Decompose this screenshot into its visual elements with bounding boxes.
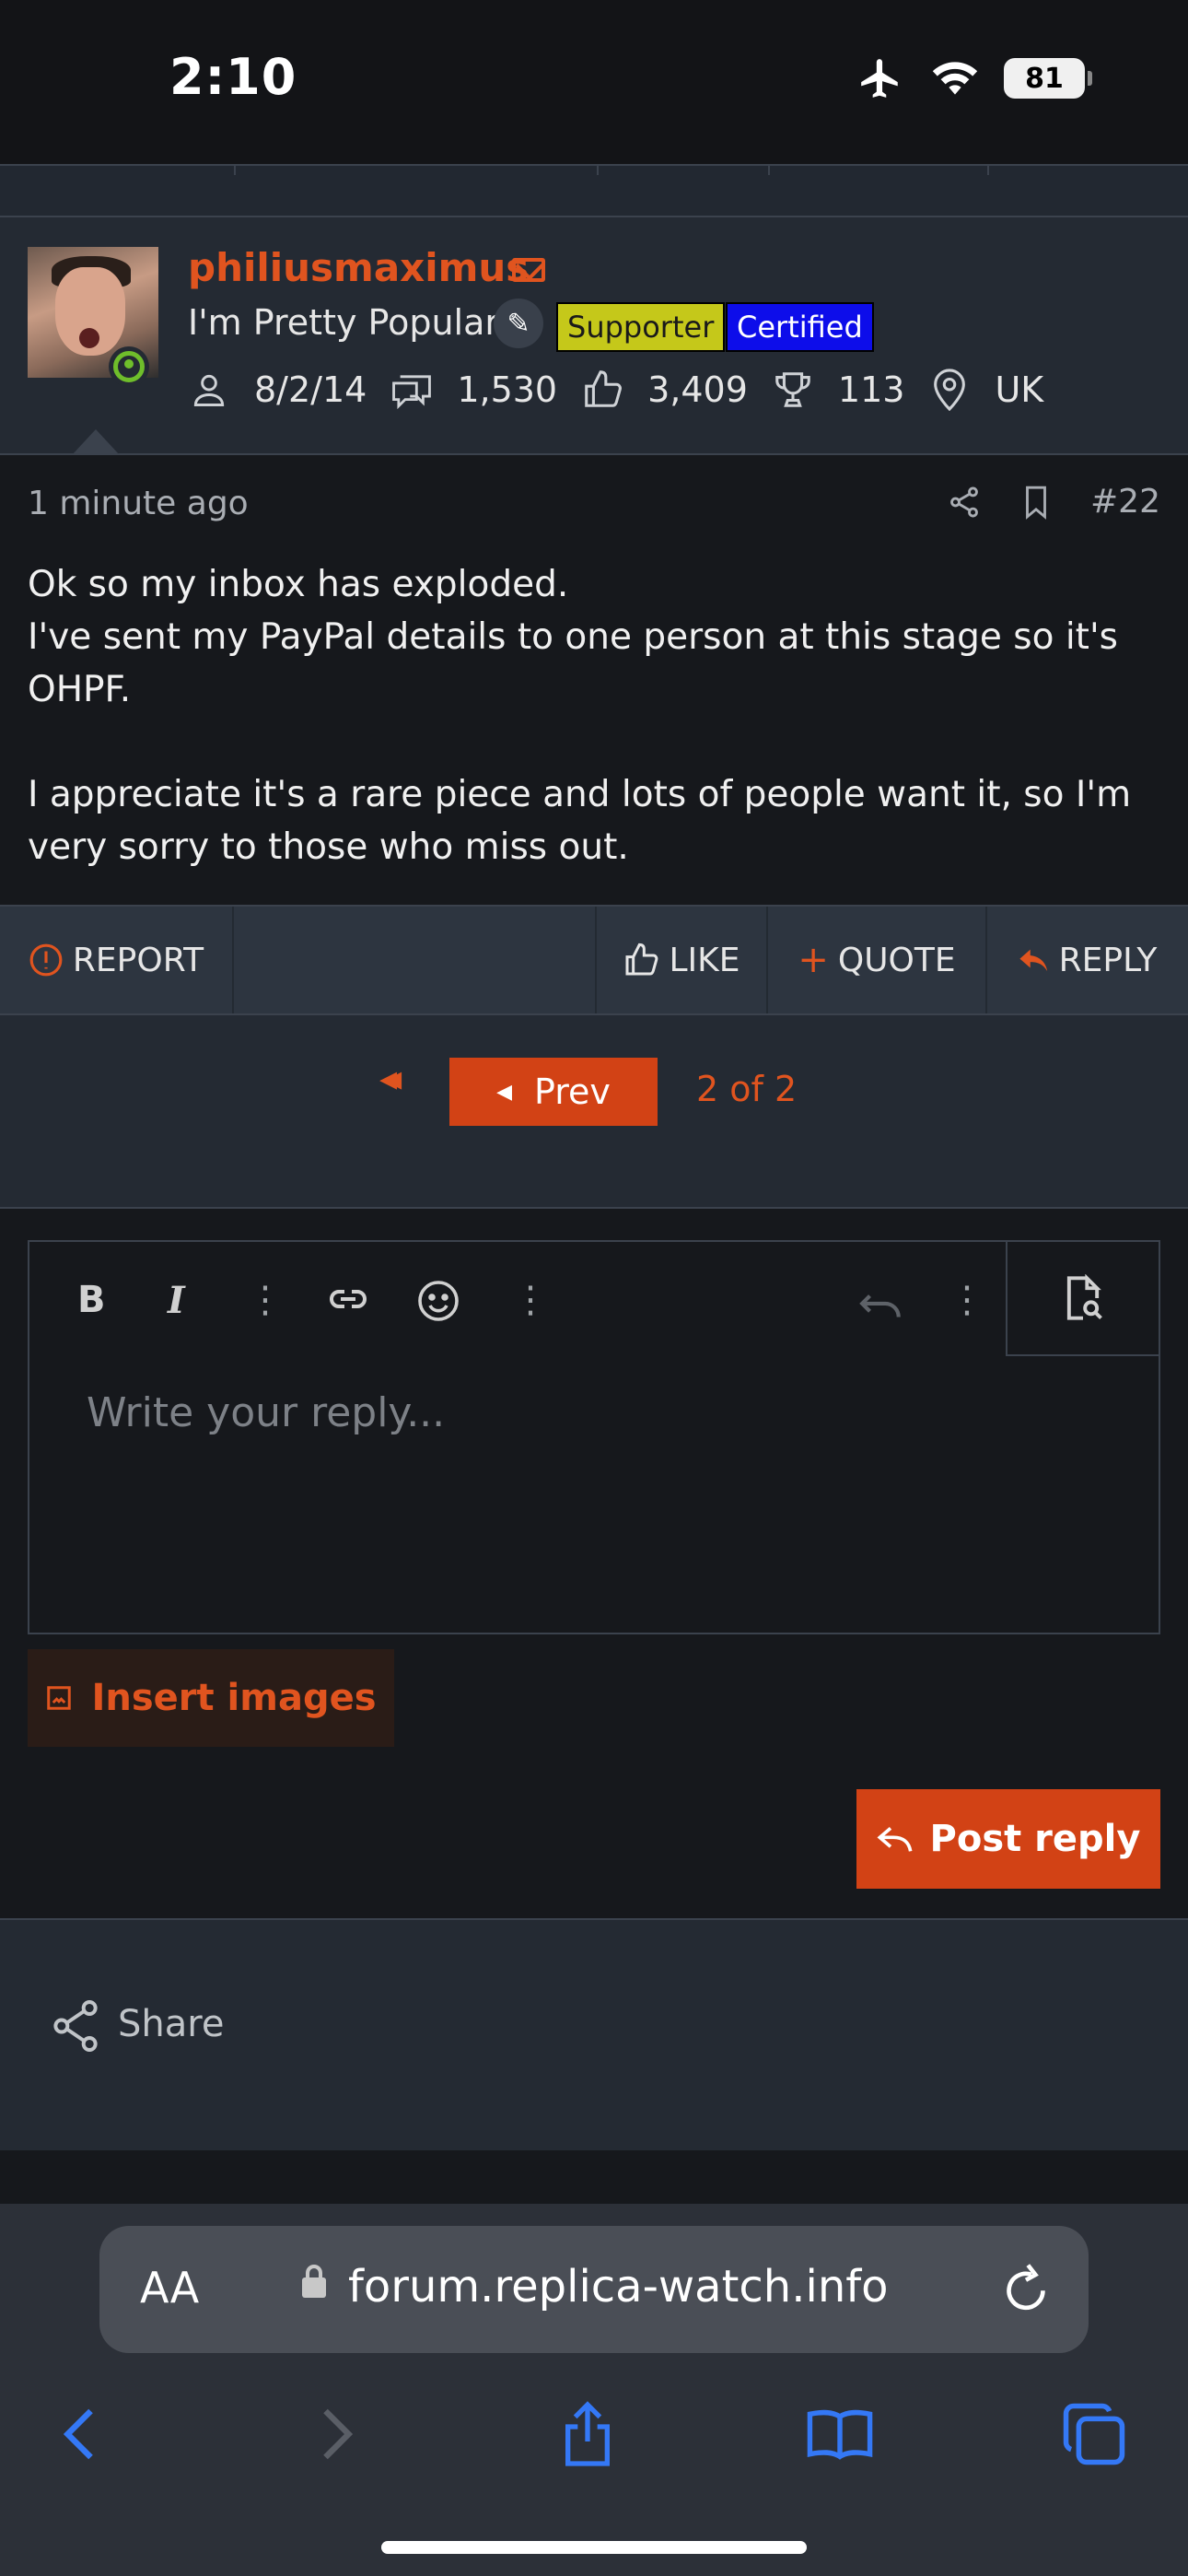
more-options-icon[interactable]: ⋮ — [949, 1279, 985, 1321]
post-actions-strip-remnant — [0, 164, 1188, 217]
reply-arrow-icon — [1019, 949, 1047, 972]
browser-nav-row — [0, 2388, 1188, 2508]
thumbs-up-icon — [625, 943, 658, 976]
status-time: 2:10 — [169, 48, 297, 106]
post-meta-actions: #22 — [947, 483, 1160, 521]
post: 1 minute ago #22 Ok so my inbox has expl… — [0, 455, 1188, 905]
chevron-left-icon — [63, 2408, 93, 2460]
plus-icon: + — [798, 939, 829, 981]
share-section: Share — [0, 1918, 1188, 2150]
post-line: I've sent my PayPal details to one perso… — [28, 616, 1118, 710]
chevron-right-icon — [323, 2408, 354, 2460]
link-icon[interactable] — [326, 1282, 370, 1325]
share-icon[interactable] — [947, 485, 982, 520]
bold-icon[interactable]: B — [77, 1279, 106, 1321]
browser-bar: AA forum.replica-watch.info — [0, 2204, 1188, 2576]
post-reply-button[interactable]: Post reply — [856, 1789, 1160, 1889]
messages-count: 1,530 — [457, 369, 558, 410]
post-content: Ok so my inbox has exploded. I've sent m… — [28, 558, 1151, 873]
tabs-icon — [1063, 2403, 1125, 2465]
url-text[interactable]: forum.replica-watch.info — [348, 2261, 889, 2313]
status-icons: 81 — [855, 55, 1092, 101]
bookmarks-button[interactable] — [794, 2388, 886, 2480]
post-time[interactable]: 1 minute ago — [28, 485, 249, 522]
username[interactable]: philiusmaximus — [188, 245, 529, 290]
certified-badge: Certified — [726, 302, 874, 352]
back-button[interactable] — [33, 2388, 125, 2480]
post-line — [28, 716, 1151, 768]
post-line: Ok so my inbox has exploded. — [28, 564, 569, 605]
location-pin-icon — [928, 369, 971, 411]
prev-page-button[interactable]: ◀ Prev — [449, 1058, 658, 1126]
post-action-bar: REPORT LIKE + QUOTE REPLY — [0, 905, 1188, 1015]
insert-images-button[interactable]: Insert images — [28, 1649, 394, 1747]
share-sheet-icon — [565, 2401, 610, 2466]
share-icon[interactable] — [52, 1999, 99, 2053]
post-line: I appreciate it's a rare piece and lots … — [28, 774, 1132, 868]
user-title: I'm Pretty Popular — [188, 302, 500, 343]
pagination: ◂◂ ◀ Prev 2 of 2 — [0, 1015, 1188, 1209]
more-text-options-icon[interactable]: ⋮ — [247, 1279, 284, 1321]
action-bar-spacer — [234, 907, 597, 1013]
home-indicator — [381, 2541, 807, 2554]
preview-doc-icon — [1066, 1274, 1102, 1320]
battery-indicator: 81 — [1004, 58, 1092, 99]
user-header: philiusmaximus I'm Pretty Popular ✎ Supp… — [0, 217, 1188, 455]
lock-icon — [302, 2265, 326, 2298]
user-stats: 8/2/14 1,530 3,409 113 UK — [188, 369, 1067, 411]
pen-icon: ✎ — [494, 299, 543, 348]
user-icon — [188, 369, 230, 411]
reply-arrow-icon — [877, 1826, 913, 1852]
joined-date: 8/2/14 — [254, 369, 367, 410]
chevron-left-icon: ◀ — [496, 1080, 512, 1104]
report-label: REPORT — [72, 941, 204, 979]
message-arrow — [72, 429, 120, 455]
like-label: LIKE — [669, 941, 740, 979]
reply-button[interactable]: REPLY — [987, 907, 1188, 1013]
tabs-button[interactable] — [1048, 2388, 1140, 2480]
trophy-icon — [772, 369, 814, 411]
location: UK — [995, 369, 1044, 410]
book-icon — [807, 2409, 873, 2460]
alert-icon — [29, 943, 63, 977]
italic-icon[interactable]: I — [168, 1279, 185, 1322]
address-bar[interactable]: AA forum.replica-watch.info — [99, 2226, 1089, 2353]
airplane-icon — [861, 59, 898, 98]
preview-button[interactable] — [1006, 1242, 1159, 1356]
share-button[interactable] — [542, 2388, 634, 2480]
reactions-count: 3,409 — [647, 369, 748, 410]
post-reply-label: Post reply — [929, 1818, 1141, 1860]
text-size-button[interactable]: AA — [140, 2263, 199, 2313]
bookmark-icon[interactable] — [1020, 485, 1052, 520]
share-label[interactable]: Share — [118, 2003, 224, 2045]
messages-icon — [390, 369, 433, 411]
mail-icon[interactable] — [512, 258, 545, 282]
forward-button[interactable] — [291, 2388, 383, 2480]
wifi-icon — [932, 62, 978, 95]
reply-editor[interactable]: B I ⋮ ⋮ ⋮ Write your reply... — [28, 1240, 1160, 1634]
more-insert-options-icon[interactable]: ⋮ — [512, 1279, 549, 1321]
reply-label: REPLY — [1058, 941, 1158, 979]
quote-button[interactable]: + QUOTE — [768, 907, 987, 1013]
supporter-badge: Supporter — [556, 302, 726, 352]
report-button[interactable]: REPORT — [0, 907, 234, 1013]
insert-images-label: Insert images — [91, 1677, 377, 1719]
quote-label: QUOTE — [837, 941, 956, 979]
points-count: 113 — [837, 369, 905, 410]
image-icon — [47, 1686, 72, 1710]
thumbs-up-icon — [581, 369, 623, 411]
post-number[interactable]: #22 — [1090, 483, 1160, 521]
first-page-icon[interactable]: ◂◂ — [379, 1058, 402, 1098]
status-bar: 2:10 81 — [0, 0, 1188, 164]
emoji-icon[interactable] — [416, 1279, 460, 1332]
undo-icon[interactable] — [858, 1286, 904, 1329]
prev-label: Prev — [534, 1071, 611, 1112]
online-status-icon — [109, 346, 149, 387]
page-count[interactable]: 2 of 2 — [696, 1069, 797, 1109]
like-button[interactable]: LIKE — [597, 907, 768, 1013]
reload-icon[interactable] — [1000, 2261, 1052, 2316]
reply-placeholder: Write your reply... — [87, 1389, 446, 1436]
reply-area: B I ⋮ ⋮ ⋮ Write your reply... Insert ima… — [0, 1209, 1188, 1918]
